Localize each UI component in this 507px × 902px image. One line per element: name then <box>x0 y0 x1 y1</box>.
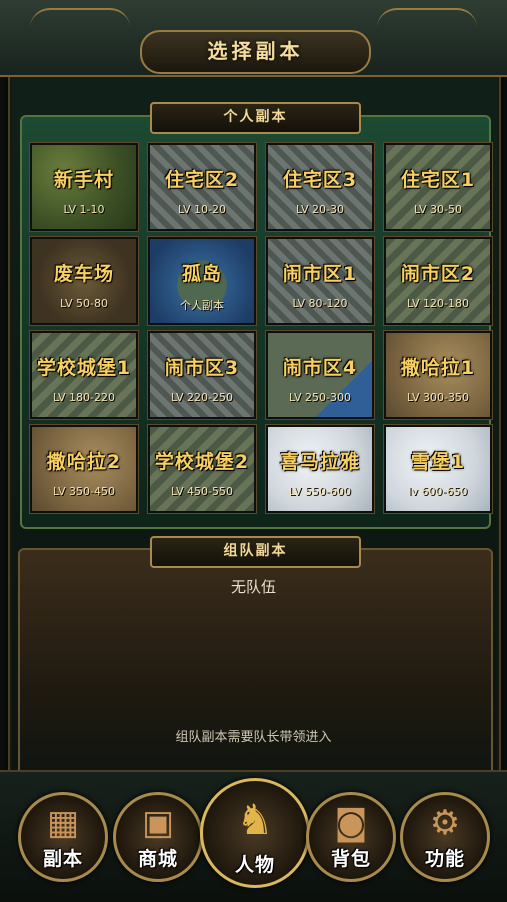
dungeon-level: LV 1-10 <box>63 203 105 216</box>
personal-section-banner: 个人副本 <box>150 102 361 134</box>
dungeon-level: LV 250-300 <box>289 391 351 404</box>
dungeon-tile[interactable]: 废车场 LV 50-80 <box>30 237 138 325</box>
dungeon-level: LV 30-50 <box>414 203 462 216</box>
dungeon-name: 闹市区2 <box>400 263 476 285</box>
page-title: 选择副本 <box>140 30 371 74</box>
nav-label: 人物 <box>234 854 275 876</box>
right-ornament <box>377 8 477 28</box>
dungeon-tile[interactable]: 闹市区4 LV 250-300 <box>266 331 374 419</box>
dungeon-level: LV 550-600 <box>289 485 351 498</box>
dungeon-tile[interactable]: 孤岛 个人副本 <box>148 237 256 325</box>
dungeon-tile[interactable]: 学校城堡1 LV 180-220 <box>30 331 138 419</box>
character-helmet-icon: ♞ <box>236 795 274 844</box>
dungeon-tile[interactable]: 闹市区1 LV 80-120 <box>266 237 374 325</box>
nav-label: 副本 <box>42 848 83 870</box>
dungeon-tile[interactable]: 住宅区1 LV 30-50 <box>384 143 492 231</box>
treasure-chest-icon: ▣ <box>141 803 175 843</box>
dungeon-level: LV 450-550 <box>171 485 233 498</box>
team-section-banner: 组队副本 <box>150 536 361 568</box>
dungeon-level: LV 350-450 <box>53 485 115 498</box>
nav-button[interactable]: ◙ 背包 <box>306 792 396 882</box>
dungeon-level: LV 80-120 <box>292 297 348 310</box>
nav-button[interactable]: ⚙ 功能 <box>400 792 490 882</box>
nav-button[interactable]: ▦ 副本 <box>18 792 108 882</box>
nav-button[interactable]: ♞ 人物 <box>200 778 310 888</box>
dungeon-name: 学校城堡1 <box>36 357 132 379</box>
dungeon-level: LV 10-20 <box>178 203 226 216</box>
dungeon-tile[interactable]: 闹市区2 LV 120-180 <box>384 237 492 325</box>
dungeon-name: 孤岛 <box>181 263 222 285</box>
dungeon-map-icon: ▦ <box>46 803 80 843</box>
dungeon-tile[interactable]: 撒哈拉2 LV 350-450 <box>30 425 138 513</box>
dungeon-tile[interactable]: 新手村 LV 1-10 <box>30 143 138 231</box>
dungeon-name: 住宅区1 <box>400 169 476 191</box>
dungeon-level: LV 300-350 <box>407 391 469 404</box>
dungeon-name: 喜马拉雅 <box>279 451 360 473</box>
dungeon-name: 闹市区3 <box>164 357 240 379</box>
team-hint: 组队副本需要队长带领进入 <box>175 730 332 745</box>
dungeon-name: 废车场 <box>53 263 114 285</box>
dungeon-name: 住宅区2 <box>164 169 240 191</box>
nav-label: 功能 <box>424 848 465 870</box>
dungeon-level: LV 220-250 <box>171 391 233 404</box>
dungeon-tile[interactable]: 撒哈拉1 LV 300-350 <box>384 331 492 419</box>
dungeon-name: 住宅区3 <box>282 169 358 191</box>
dungeon-name: 雪堡1 <box>410 451 466 473</box>
dungeon-tile[interactable]: 住宅区3 LV 20-30 <box>266 143 374 231</box>
dungeon-tile[interactable]: 住宅区2 LV 10-20 <box>148 143 256 231</box>
left-ornament <box>30 8 130 28</box>
dungeon-level: LV 120-180 <box>407 297 469 310</box>
nav-label: 背包 <box>330 848 371 870</box>
nav-button[interactable]: ▣ 商城 <box>113 792 203 882</box>
dungeon-name: 撒哈拉2 <box>46 451 122 473</box>
dungeon-tile[interactable]: 闹市区3 LV 220-250 <box>148 331 256 419</box>
dungeon-name: 闹市区4 <box>282 357 358 379</box>
nav-label: 商城 <box>137 848 178 870</box>
team-status: 无队伍 <box>230 578 276 596</box>
dungeon-level: 个人副本 <box>180 299 224 312</box>
team-section-title: 组队副本 <box>223 543 288 559</box>
dungeon-tile[interactable]: 雪堡1 lv 600-650 <box>384 425 492 513</box>
top-bar: 选择副本 <box>0 0 507 77</box>
backpack-icon: ◙ <box>334 803 368 843</box>
dungeon-tile[interactable]: 学校城堡2 LV 450-550 <box>148 425 256 513</box>
dungeon-name: 学校城堡2 <box>154 451 250 473</box>
dungeon-level: lv 600-650 <box>408 485 468 498</box>
personal-section-title: 个人副本 <box>223 109 288 125</box>
dungeon-name: 撒哈拉1 <box>400 357 476 379</box>
game-screen: 选择副本 个人副本 新手村 LV 1-10 住宅区2 LV 10-20 住宅区3 LV 2… <box>0 0 507 902</box>
dungeon-level: LV 50-80 <box>60 297 108 310</box>
dungeon-level: LV 20-30 <box>296 203 344 216</box>
gear-icon: ⚙ <box>429 803 461 843</box>
dungeon-name: 新手村 <box>53 169 114 191</box>
dungeon-level: LV 180-220 <box>53 391 115 404</box>
dungeon-tile[interactable]: 喜马拉雅 LV 550-600 <box>266 425 374 513</box>
dungeon-name: 闹市区1 <box>282 263 358 285</box>
